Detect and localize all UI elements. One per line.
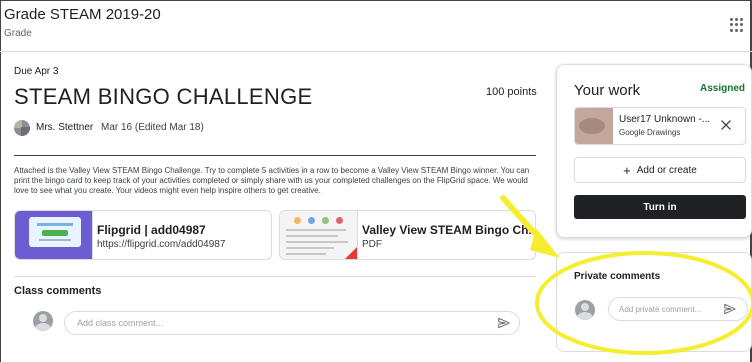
apps-grid-icon[interactable] — [730, 18, 744, 32]
class-subtitle: Grade — [4, 28, 32, 39]
due-date: Due Apr 3 — [14, 66, 59, 77]
frame-border-left — [0, 0, 1, 362]
attachment-title: Valley View STEAM Bingo Ch... — [362, 223, 536, 237]
private-comments-label: Private comments — [574, 271, 661, 282]
class-title[interactable]: Grade STEAM 2019-20 — [4, 6, 161, 23]
post-date: Mar 16 (Edited Mar 18) — [101, 122, 204, 133]
attachment-type: PDF — [362, 239, 382, 250]
attachment-url: https://flipgrid.com/add04987 — [97, 239, 226, 250]
class-comment-input[interactable] — [64, 311, 520, 335]
file-thumbnail — [575, 108, 613, 144]
teacher-name: Mrs. Stettner — [36, 122, 94, 133]
attachment-flipgrid[interactable]: Flipgrid | add04987 https://flipgrid.com… — [14, 210, 272, 260]
user-avatar — [575, 300, 595, 320]
assignment-title: STEAM BINGO CHALLENGE — [14, 84, 313, 109]
file-type: Google Drawings — [619, 128, 681, 137]
your-work-card: Your work Assigned User17 Unknown -... G… — [556, 64, 752, 238]
close-icon[interactable] — [719, 118, 733, 132]
assignment-description: Attached is the Valley View STEAM Bingo … — [14, 166, 530, 195]
flipgrid-thumbnail — [15, 211, 93, 259]
submitted-file[interactable]: User17 Unknown -... Google Drawings — [574, 107, 746, 145]
private-comments-card: Private comments — [556, 252, 752, 352]
add-or-create-button[interactable]: + Add or create — [574, 157, 746, 183]
file-name: User17 Unknown -... — [619, 114, 711, 125]
send-icon[interactable] — [723, 302, 737, 316]
teacher-avatar — [14, 120, 30, 136]
top-bar: Grade STEAM 2019-20 Grade — [0, 0, 752, 52]
class-comments-label: Class comments — [14, 285, 102, 297]
user-avatar — [33, 311, 53, 331]
add-or-create-label: Add or create — [636, 164, 697, 176]
attachment-title: Flipgrid | add04987 — [97, 223, 206, 237]
your-work-title: Your work — [574, 82, 641, 99]
assignment-points: 100 points — [486, 86, 537, 98]
send-icon[interactable] — [497, 316, 511, 330]
comments-divider — [14, 276, 536, 277]
title-divider — [14, 155, 536, 156]
plus-icon: + — [623, 162, 631, 178]
status-badge: Assigned — [699, 83, 745, 94]
turn-in-button[interactable]: Turn in — [574, 195, 746, 219]
attachment-pdf[interactable]: Valley View STEAM Bingo Ch... PDF — [279, 210, 536, 260]
pdf-thumbnail — [280, 211, 358, 259]
